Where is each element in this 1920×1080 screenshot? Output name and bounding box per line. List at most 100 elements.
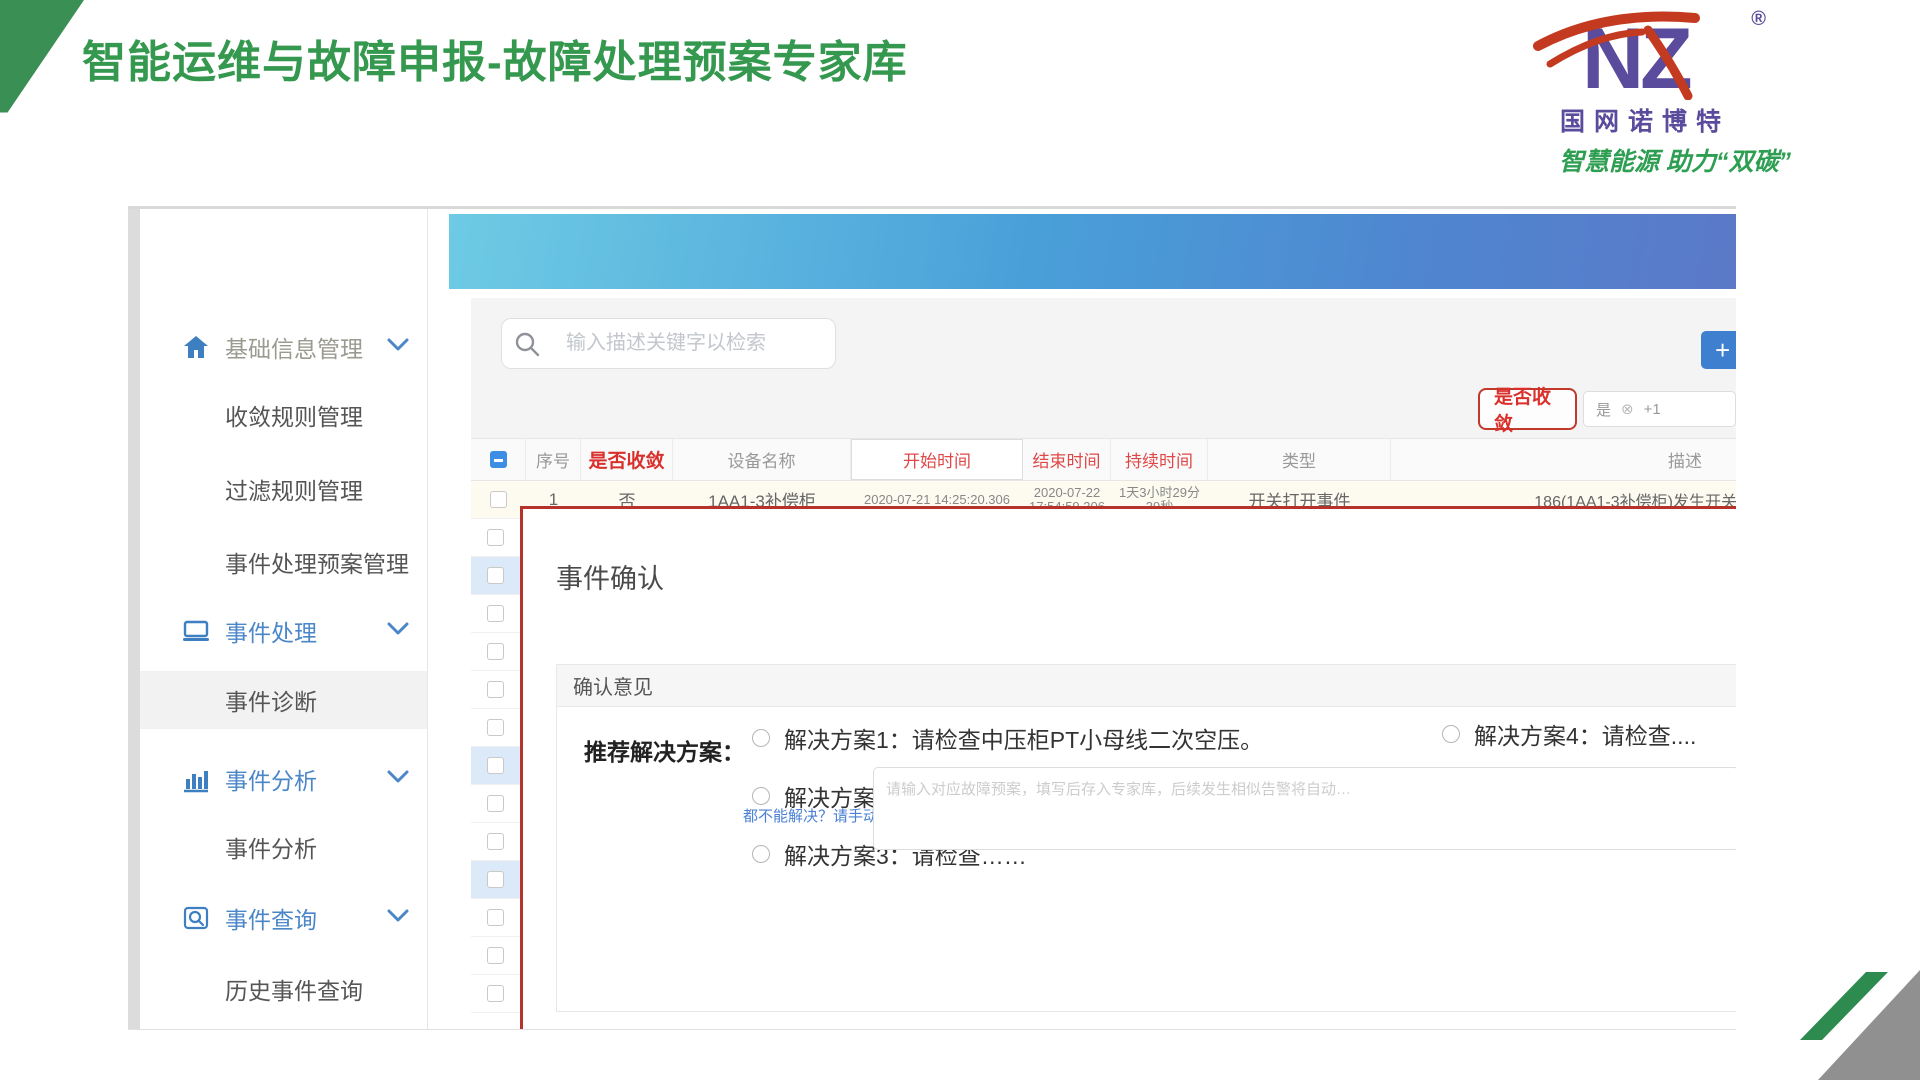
sidebar-item-过滤规则管理[interactable]: 过滤规则管理 [140,469,427,509]
row-checkbox-cell[interactable] [471,823,521,861]
sidebar-group-label: 基础信息管理 [225,330,363,364]
top-banner [449,214,1736,289]
add-button[interactable]: + [1701,331,1736,369]
sidebar-group-label: 事件查询 [225,901,317,935]
column-header-6: 持续时间 [1111,439,1208,480]
sidebar-item-label: 历史事件查询 [225,972,363,1006]
sidebar-nav: 基础信息管理收敛规则管理过滤规则管理事件处理预案管理事件处理事件诊断事件分析事件… [140,209,427,1029]
sidebar-group-3[interactable]: 事件分析 [140,761,427,797]
row-checkbox[interactable] [487,529,504,546]
logo-mark: NZ ® [1530,8,1760,100]
column-header-1: 序号 [526,439,581,480]
home-icon [182,333,210,361]
panel-header: 确认意见 [557,665,1736,707]
row-checkbox[interactable] [487,909,504,926]
chevron-down-icon [387,622,409,641]
column-header-7: 类型 [1208,439,1391,480]
left-border-strip [128,209,140,1029]
chevron-down-icon [387,770,409,789]
column-header-5: 结束时间 [1023,439,1111,480]
radio-icon[interactable] [752,787,770,805]
recommend-label: 推荐解决方案： [584,733,745,767]
sidebar-item-收敛规则管理[interactable]: 收敛规则管理 [140,395,427,435]
search-icon [514,331,540,357]
table-checkbox-column [471,519,521,1013]
sidebar-item-label: 过滤规则管理 [225,472,363,506]
checkbox-indeterminate-icon[interactable] [490,451,507,468]
row-checkbox[interactable] [487,643,504,660]
row-checkbox[interactable] [487,795,504,812]
row-checkbox-cell[interactable] [471,747,521,785]
row-checkbox[interactable] [487,719,504,736]
monitor-icon [182,617,210,645]
page-title: 智能运维与故障申报-故障处理预案专家库 [82,26,908,90]
sidebar-item-事件诊断[interactable]: 事件诊断 [140,671,427,729]
row-checkbox[interactable] [487,681,504,698]
search-doc-icon [182,904,210,932]
remove-tag-icon[interactable]: ⊗ [1621,400,1634,418]
row-checkbox-cell[interactable] [471,785,521,823]
row-checkbox-cell[interactable] [471,975,521,1013]
solution-label: 解决方案4：请检查.... [1474,717,1696,751]
chevron-down-icon [387,909,409,928]
row-checkbox-cell[interactable] [471,861,521,899]
select-all-checkbox[interactable] [471,439,526,480]
row-checkbox[interactable] [487,757,504,774]
sidebar-group-label: 事件分析 [225,762,317,796]
column-header-3: 设备名称 [673,439,851,480]
sidebar-group-label: 事件处理 [225,614,317,648]
row-checkbox-cell[interactable] [471,899,521,937]
row-checkbox-cell[interactable] [471,671,521,709]
column-header-4: 开始时间 [851,439,1023,480]
column-header-8: 描述 [1391,439,1736,480]
corner-triangle-decoration [0,0,84,116]
converged-filter-label: 是否收敛 [1478,388,1577,430]
sidebar-item-历史事件查询[interactable]: 历史事件查询 [140,969,427,1009]
converged-filter: 是否收敛 是 ⊗ +1 [1478,388,1736,430]
company-logo: NZ ® 国网诺博特 智慧能源 助力“双碳” [1480,8,1810,178]
radio-icon[interactable] [752,729,770,747]
manual-solution-textarea[interactable] [873,767,1736,850]
solution-option-4[interactable]: 解决方案4：请检查.... [1442,717,1696,751]
row-checkbox-cell[interactable] [471,595,521,633]
row-checkbox-cell[interactable] [471,519,521,557]
converged-filter-select[interactable]: 是 ⊗ +1 [1583,391,1736,427]
sidebar-item-事件处理预案管理[interactable]: 事件处理预案管理 [140,542,427,582]
row-checkbox[interactable] [487,833,504,850]
row-checkbox[interactable] [487,605,504,622]
corner-stripe-decoration [1800,970,1920,1080]
event-confirm-dialog: 事件确认 确认意见 推荐解决方案： 解决方案1：请检查中压柜PT小母线二次空压。… [520,506,1736,1030]
sidebar-group-1[interactable]: 基础信息管理 [140,329,427,365]
sidebar-group-4[interactable]: 事件查询 [140,900,427,936]
row-checkbox[interactable] [487,985,504,1002]
slide: 智能运维与故障申报-故障处理预案专家库 NZ ® 国网诺博特 智慧能源 助力“双… [0,0,1920,1080]
logo-slogan: 智慧能源 助力“双碳” [1510,142,1840,178]
sidebar-item-label: 事件分析 [225,830,317,864]
row-checkbox-cell[interactable] [471,557,521,595]
chart-icon [182,765,210,793]
table-header-row: 序号是否收敛设备名称开始时间结束时间持续时间类型描述 [471,438,1736,481]
row-checkbox-cell[interactable] [471,633,521,671]
search-box[interactable] [501,318,836,369]
solution-option-1[interactable]: 解决方案1：请检查中压柜PT小母线二次空压。 [752,721,1263,755]
sidebar-item-label: 事件处理预案管理 [225,545,409,579]
sidebar-item-label: 事件诊断 [225,683,317,717]
sidebar-group-2[interactable]: 事件处理 [140,613,427,649]
row-cell-1[interactable] [471,481,526,518]
app-screenshot: 基础信息管理收敛规则管理过滤规则管理事件处理预案管理事件处理事件诊断事件分析事件… [128,206,1736,1030]
row-checkbox[interactable] [487,947,504,964]
row-checkbox-cell[interactable] [471,937,521,975]
registered-mark: ® [1751,8,1766,31]
sidebar-item-事件分析[interactable]: 事件分析 [140,827,427,867]
row-checkbox[interactable] [487,567,504,584]
row-checkbox[interactable] [487,871,504,888]
radio-icon[interactable] [1442,725,1460,743]
radio-icon[interactable] [752,845,770,863]
dialog-title: 事件确认 [556,557,664,596]
row-checkbox[interactable] [490,491,507,508]
chevron-down-icon [387,338,409,357]
search-input[interactable] [566,332,831,355]
row-checkbox-cell[interactable] [471,709,521,747]
filter-extra-count: +1 [1644,401,1661,418]
sidebar-item-label: 收敛规则管理 [225,398,363,432]
